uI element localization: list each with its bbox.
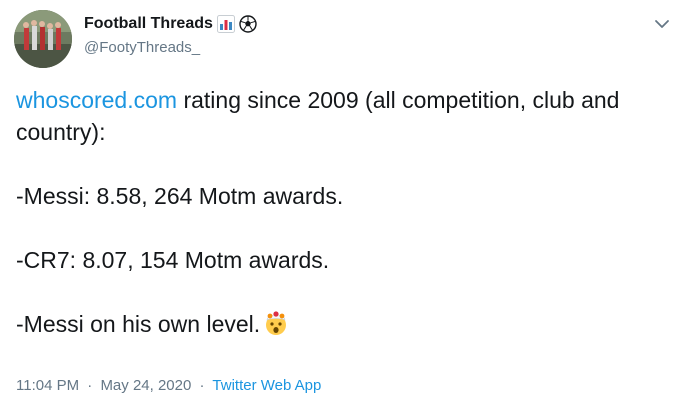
author-name-row[interactable]: Football Threads bbox=[84, 12, 257, 36]
bar-chart-icon bbox=[216, 15, 235, 33]
chevron-down-icon[interactable] bbox=[652, 14, 672, 34]
tweet-card: Football Threads @FootyThreads_ whoscore… bbox=[0, 0, 690, 410]
source-app-link[interactable]: Twitter Web App bbox=[212, 377, 321, 394]
meta-separator: · bbox=[87, 377, 93, 394]
tweet-line-closing: -Messi on his own level. bbox=[16, 308, 676, 340]
tweet-line-messi: -Messi: 8.58, 264 Motm awards. bbox=[16, 183, 344, 209]
avatar[interactable] bbox=[14, 10, 72, 68]
meta-separator-2: · bbox=[199, 377, 205, 394]
tweet-text: whoscored.com rating since 2009 (all com… bbox=[16, 84, 676, 340]
tweet-time[interactable]: 11:04 PM bbox=[16, 377, 79, 394]
tweet-line-intro: whoscored.com rating since 2009 (all com… bbox=[16, 84, 676, 148]
author-display-name[interactable]: Football Threads bbox=[84, 12, 213, 36]
whoscored-link[interactable]: whoscored.com bbox=[16, 87, 177, 113]
soccer-ball-icon bbox=[239, 15, 257, 33]
tweet-meta: 11:04 PM · May 24, 2020 · Twitter Web Ap… bbox=[16, 376, 321, 396]
tweet-line-cr7: -CR7: 8.07, 154 Motm awards. bbox=[16, 247, 330, 273]
closing-text: -Messi on his own level. bbox=[16, 311, 261, 337]
tweet-date[interactable]: May 24, 2020 bbox=[100, 377, 191, 394]
exploding-head-icon bbox=[263, 310, 289, 336]
author-handle[interactable]: @FootyThreads_ bbox=[84, 38, 200, 58]
